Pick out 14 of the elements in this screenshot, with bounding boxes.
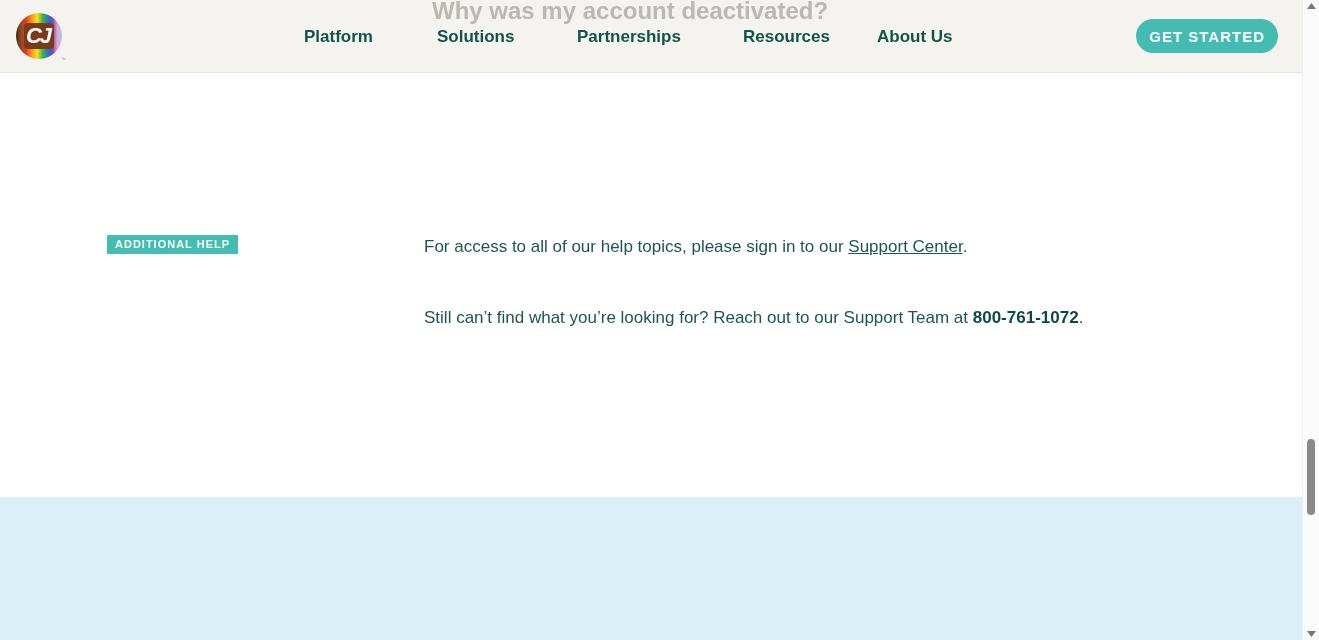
nav-link[interactable]: Platform — [304, 25, 437, 47]
support-center-link[interactable]: Support Center — [848, 237, 963, 256]
scroll-thumb[interactable] — [1307, 439, 1315, 515]
faded-heading: Why was my account deactivated? — [432, 0, 829, 25]
nav-link[interactable]: About Us — [877, 25, 997, 47]
section-tag: ADDITIONAL HELP — [107, 235, 239, 254]
scrollbar[interactable] — [1302, 0, 1319, 640]
help-text: Still can’t find what you’re looking for? Reach out to our Support Team at 800-761-1072. — [424, 307, 1084, 329]
scroll-down-icon[interactable] — [1306, 631, 1316, 637]
nav-link[interactable]: Resources — [743, 25, 877, 47]
scroll-up-icon[interactable] — [1306, 3, 1316, 9]
nav-link[interactable]: Solutions — [437, 25, 577, 47]
nav-link[interactable]: Partnerships — [577, 25, 743, 47]
help-text: For access to all of our help topics, please sign in to our Support Center. — [424, 236, 969, 258]
